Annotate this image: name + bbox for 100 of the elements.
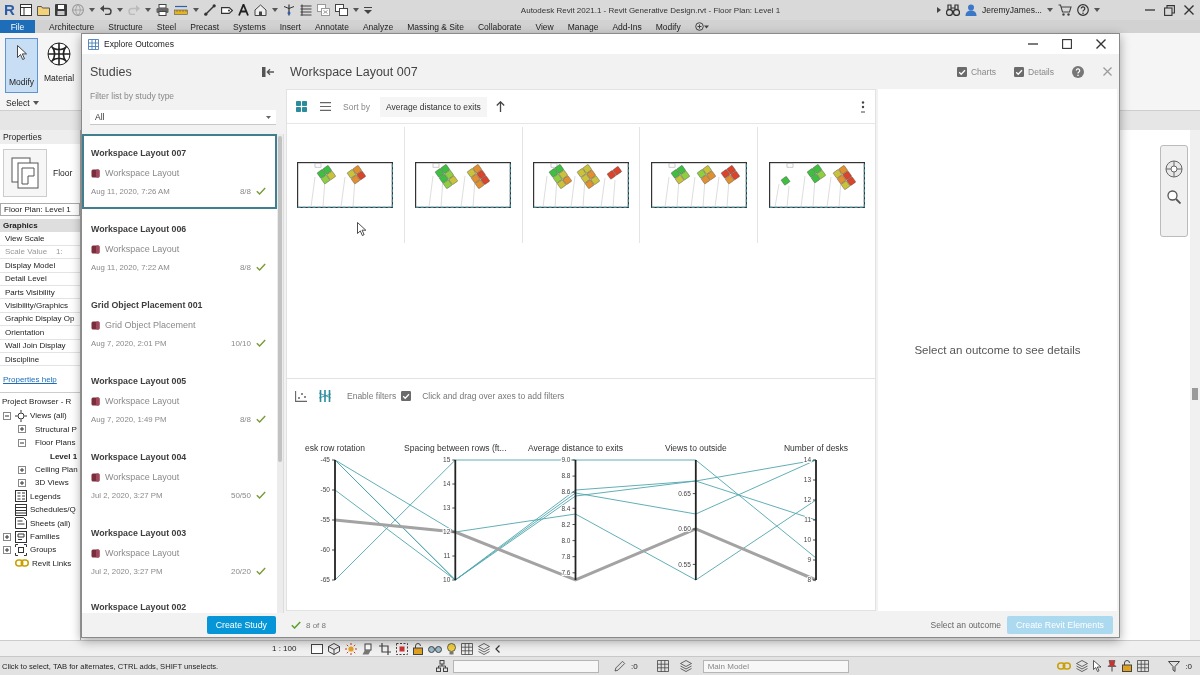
tag-icon[interactable] — [220, 6, 233, 14]
save-icon[interactable] — [54, 4, 67, 16]
model-dropdown[interactable]: Main Model — [702, 659, 849, 673]
materials-button[interactable]: Material — [44, 38, 75, 83]
tree-item[interactable]: 3D Views — [35, 478, 69, 488]
ribbon-tab[interactable]: View — [535, 21, 554, 32]
checkbox[interactable] — [956, 66, 967, 77]
dimension-icon[interactable] — [203, 4, 216, 16]
property-group[interactable]: Graphics — [0, 219, 80, 233]
type-selector[interactable]: Floor — [0, 144, 73, 202]
expand-icon[interactable] — [3, 545, 11, 554]
outcome-card[interactable] — [404, 127, 522, 243]
grid-icon[interactable] — [461, 642, 474, 655]
caret-icon[interactable] — [116, 8, 123, 12]
file-tab[interactable]: File — [0, 20, 35, 33]
network-icon[interactable] — [436, 660, 448, 672]
arrow-up-icon[interactable] — [495, 101, 505, 112]
expand-icon[interactable] — [18, 425, 26, 434]
collapse-icon[interactable] — [3, 412, 11, 420]
folder-icon[interactable] — [36, 4, 50, 16]
lines-icon[interactable] — [299, 4, 312, 16]
filter-toggle[interactable]: Enable filters — [347, 391, 412, 401]
tree-item[interactable]: Floor Plans — [35, 438, 76, 448]
zoom-icon[interactable] — [1167, 190, 1181, 204]
square-icon[interactable] — [311, 643, 324, 654]
pencil-icon[interactable] — [614, 660, 626, 672]
ruler-icon[interactable] — [173, 5, 188, 15]
ribbon-tab[interactable]: Analyze — [362, 21, 394, 32]
checkbox[interactable] — [1014, 66, 1024, 77]
lightbulb-icon[interactable] — [447, 642, 457, 655]
chevron-left-icon[interactable] — [495, 644, 501, 653]
caret-icon[interactable] — [1047, 8, 1053, 12]
cursor-icon[interactable] — [1093, 660, 1103, 672]
user-icon[interactable] — [965, 4, 977, 16]
caret-icon[interactable] — [1094, 8, 1100, 12]
text-tool-icon[interactable] — [237, 4, 249, 16]
ribbon-tab[interactable]: Steel — [156, 21, 177, 32]
maximize-icon[interactable] — [1062, 39, 1072, 49]
dropdown-field[interactable] — [453, 659, 599, 673]
scrollbar[interactable] — [1190, 130, 1200, 640]
ribbon-tab[interactable]: Systems — [233, 21, 266, 32]
sort-dropdown[interactable]: Average distance to exits — [379, 96, 487, 117]
outcome-card[interactable] — [287, 127, 404, 243]
cube-icon[interactable] — [328, 642, 341, 655]
binoculars-icon[interactable] — [946, 4, 960, 16]
lock-icon[interactable] — [413, 642, 424, 655]
checkbox[interactable] — [401, 391, 412, 401]
ribbon-tab[interactable]: Structure — [108, 21, 143, 32]
layers-icon[interactable] — [1076, 660, 1089, 672]
layers-icon[interactable] — [679, 660, 692, 672]
tree-item[interactable]: Groups — [30, 545, 57, 555]
list-view-icon[interactable] — [320, 102, 331, 111]
wheel-icon[interactable] — [1165, 160, 1183, 178]
collapse-panel-icon[interactable] — [262, 67, 274, 77]
app-logo[interactable]: R — [4, 1, 15, 19]
undo-icon[interactable] — [99, 5, 112, 15]
view-dropdown[interactable]: Floor Plan: Level 1 — [0, 203, 80, 216]
outcome-card[interactable] — [640, 127, 758, 243]
grid-icon[interactable] — [1137, 660, 1150, 672]
ribbon-tab[interactable]: Architecture — [49, 21, 95, 32]
restore-icon[interactable] — [1164, 4, 1175, 16]
caret-icon[interactable] — [271, 8, 278, 12]
cart-icon[interactable] — [1058, 4, 1072, 16]
close-icon[interactable] — [1184, 5, 1194, 15]
tree-item[interactable]: Structural P — [35, 424, 77, 434]
shadow-icon[interactable] — [362, 642, 375, 655]
tree-item[interactable]: Level 1 — [50, 451, 78, 461]
expand-icon[interactable] — [18, 465, 26, 474]
scatter-plot-icon[interactable] — [295, 390, 307, 402]
tree-item[interactable]: Families — [30, 532, 60, 541]
crop-region-icon[interactable] — [396, 642, 409, 655]
house-icon[interactable] — [253, 4, 267, 16]
tree-item[interactable]: Ceiling Plan — [35, 465, 78, 475]
expand-icon[interactable] — [18, 478, 26, 487]
ribbon-tab[interactable]: Insert — [279, 21, 301, 32]
layers-icon[interactable] — [478, 642, 491, 655]
navigation-bar[interactable] — [1160, 145, 1188, 237]
caret-icon[interactable] — [144, 8, 151, 12]
select-menu[interactable]: Select — [6, 98, 39, 108]
grid-view-icon[interactable] — [296, 101, 307, 112]
tree-item[interactable]: Revit Links — [32, 558, 72, 568]
help-icon[interactable] — [1077, 4, 1089, 16]
expand-icon[interactable] — [3, 532, 11, 541]
view-scale[interactable]: 1 : 100 — [272, 644, 297, 653]
ribbon-tab[interactable]: Massing & Site — [407, 21, 464, 32]
tree-item[interactable]: Schedules/Q — [30, 505, 76, 515]
help-link[interactable]: Properties help — [3, 375, 57, 385]
ribbon-tab[interactable]: Annotate — [314, 21, 349, 32]
parallel-coordinates-icon[interactable] — [319, 390, 331, 402]
study-type-dropdown[interactable]: All — [90, 110, 276, 125]
caret-icon[interactable] — [192, 8, 199, 12]
ribbon-tab[interactable]: Precast — [190, 21, 220, 32]
help-icon[interactable] — [1072, 65, 1084, 78]
filter-icon[interactable] — [1168, 660, 1181, 672]
outcome-card[interactable] — [522, 127, 640, 243]
section-icon[interactable] — [282, 4, 295, 16]
customize-icon[interactable] — [363, 6, 372, 14]
close-icon[interactable] — [1096, 39, 1106, 49]
caret-icon[interactable] — [88, 8, 95, 12]
tree-item[interactable]: Views (all) — [30, 411, 67, 421]
